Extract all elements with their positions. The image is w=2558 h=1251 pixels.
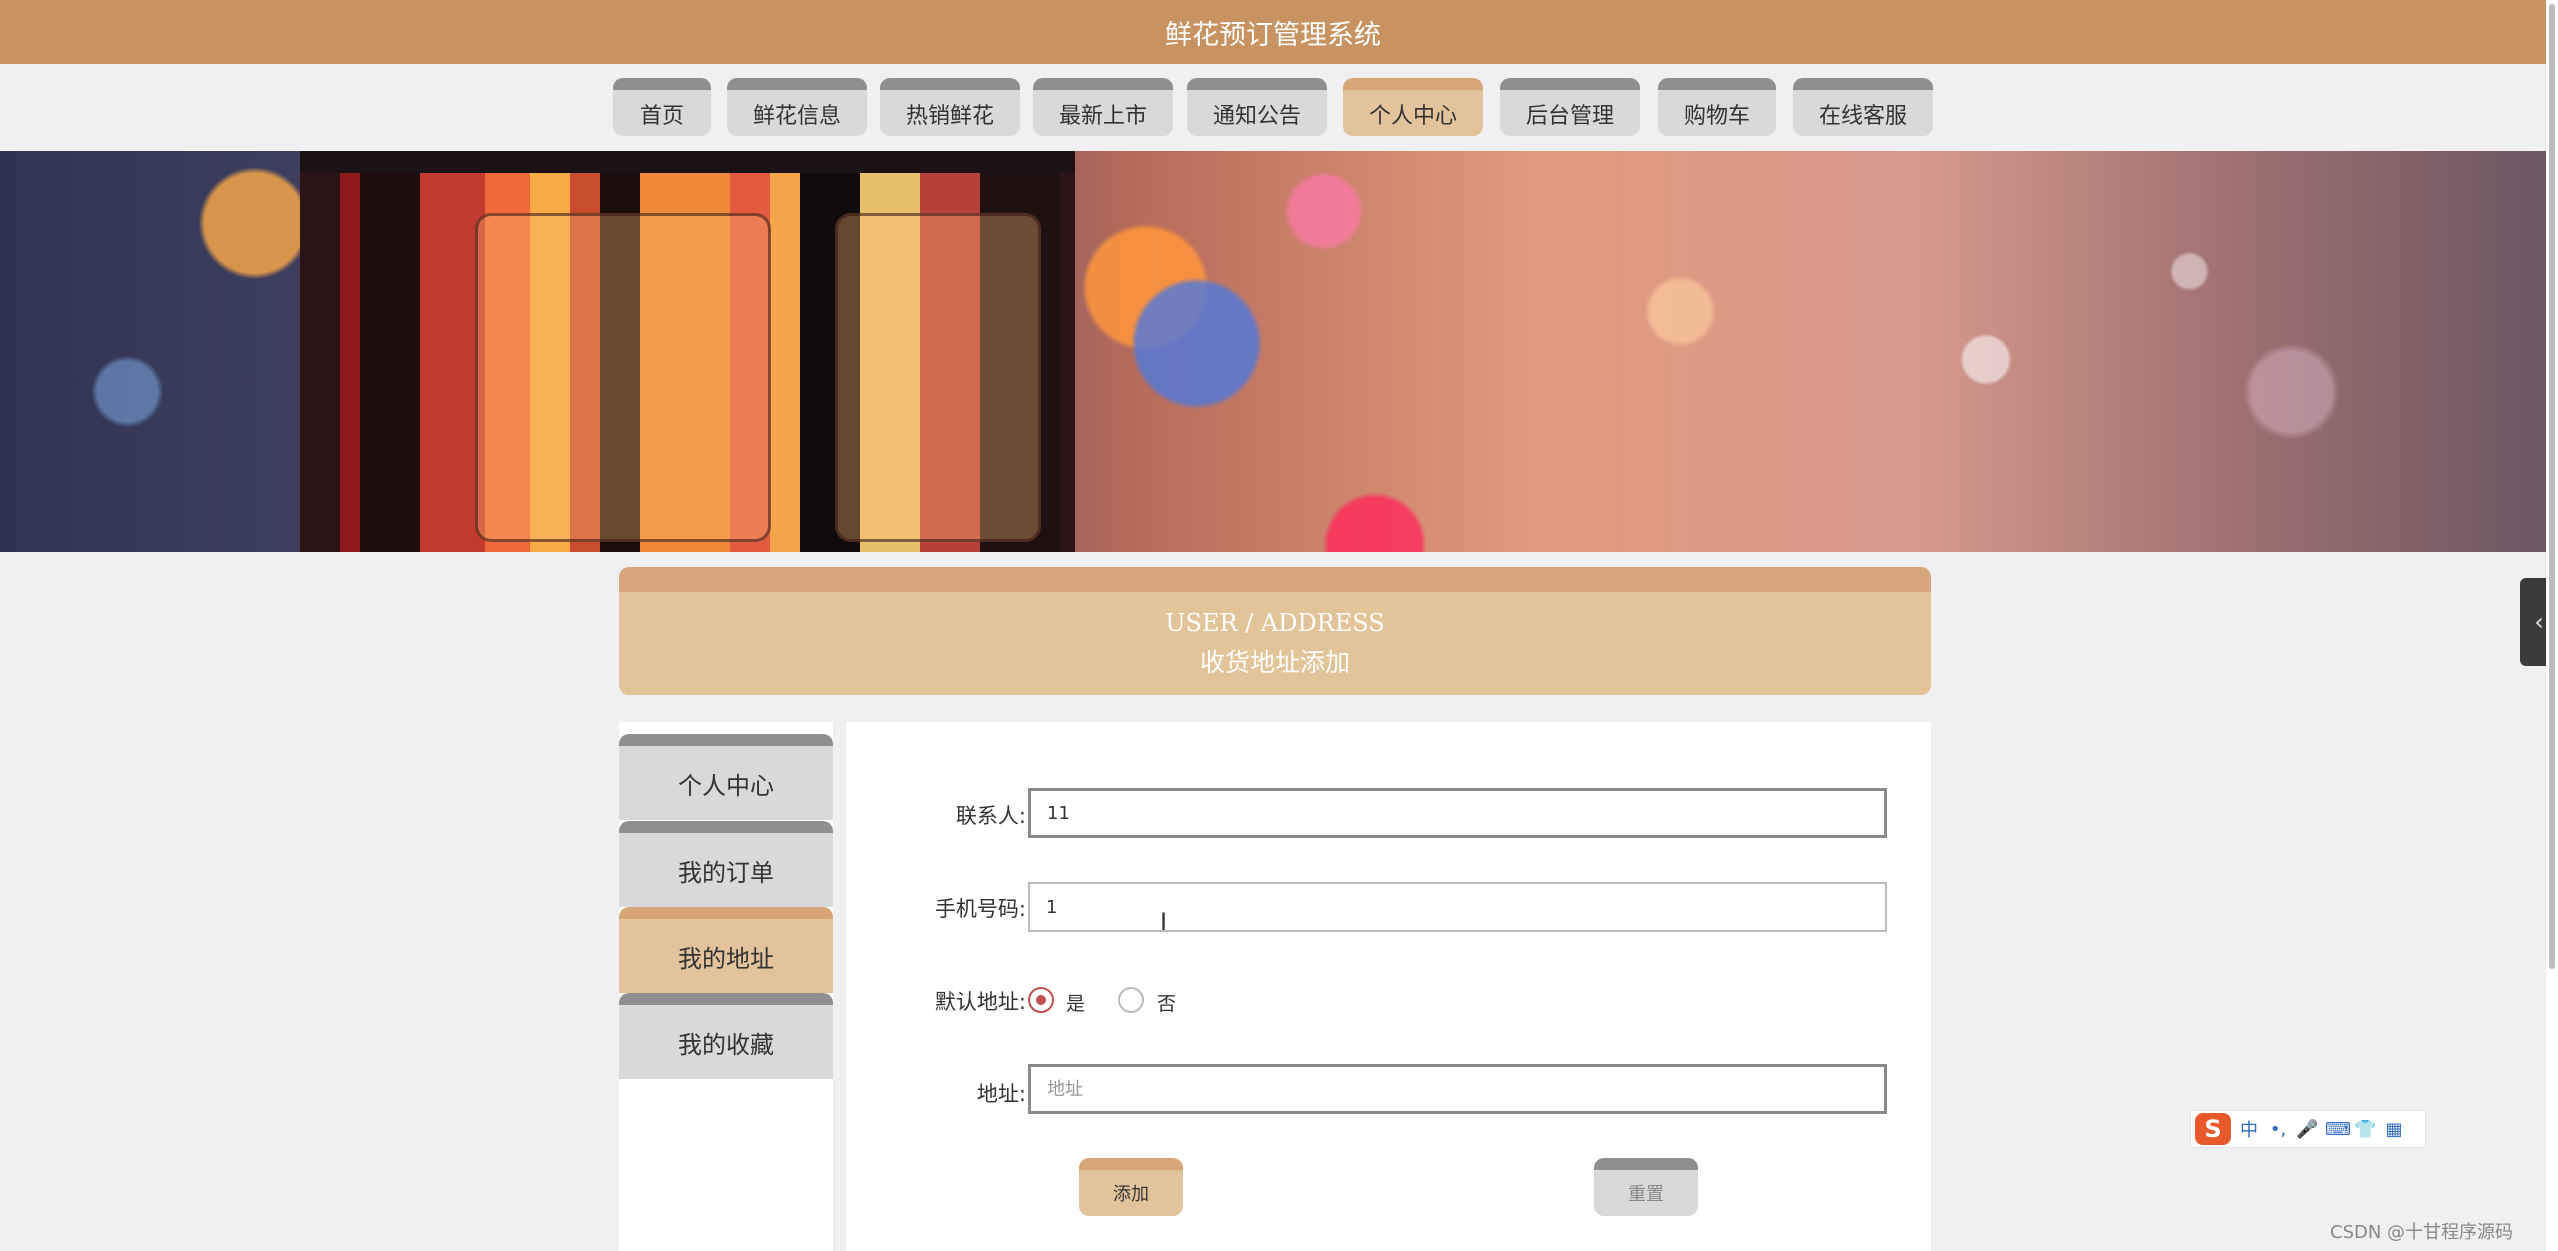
default-no-label: 否 (1157, 993, 1177, 1015)
sidebar-item-personal-center[interactable]: 个人中心 (619, 734, 833, 820)
sogou-logo-icon[interactable]: S (2195, 1113, 2231, 1145)
reset-button[interactable]: 重置 (1594, 1158, 1698, 1216)
nav-item-online-service[interactable]: 在线客服 (1793, 78, 1933, 136)
ime-skin-icon[interactable]: 👕 (2354, 1119, 2376, 1140)
sidebar-item-my-address[interactable]: 我的地址 (619, 907, 833, 993)
default-yes-radio[interactable] (1028, 987, 1054, 1013)
nav-item-notices[interactable]: 通知公告 (1187, 78, 1327, 136)
default-yes-label: 是 (1066, 993, 1086, 1015)
lantern-graphic (300, 151, 1075, 552)
site-header: 鲜花预订管理系统 (0, 0, 2546, 64)
ime-toolbox-icon[interactable]: ▦ (2383, 1119, 2405, 1140)
user-sidebar: 个人中心 我的订单 我的地址 我的收藏 (619, 722, 833, 1251)
phone-label: 手机号码: (934, 897, 1026, 921)
hero-banner-image (0, 151, 2546, 552)
default-no-radio[interactable] (1118, 987, 1144, 1013)
page-scrollbar[interactable] (2546, 0, 2558, 1251)
section-title-en: USER / ADDRESS (1165, 608, 1385, 637)
main-nav: 首页 鲜花信息 热销鲜花 最新上市 通知公告 个人中心 后台管理 购物车 在线客… (0, 78, 2546, 138)
csdn-watermark: CSDN @十甘程序源码 (2330, 1222, 2514, 1243)
nav-item-hot-flowers[interactable]: 热销鲜花 (880, 78, 1020, 136)
default-address-label: 默认地址: (934, 990, 1026, 1014)
address-form: 联系人: 手机号码: 默认地址: 是 否 地址: 添加 重置 (846, 722, 1931, 1251)
section-title-box: USER / ADDRESS 收货地址添加 (619, 567, 1931, 695)
section-title-cn: 收货地址添加 (1199, 647, 1350, 677)
phone-input[interactable] (1028, 882, 1887, 932)
text-cursor-icon: I (1160, 908, 1168, 936)
nav-item-flower-info[interactable]: 鲜花信息 (727, 78, 867, 136)
site-title: 鲜花预订管理系统 (1165, 19, 1381, 51)
ime-microphone-icon[interactable]: 🎤 (2296, 1119, 2318, 1140)
sidebar-item-my-orders[interactable]: 我的订单 (619, 821, 833, 907)
ime-punctuation-icon[interactable]: •, (2267, 1119, 2289, 1140)
ime-keyboard-icon[interactable]: ⌨ (2325, 1119, 2351, 1140)
address-label: 地址: (976, 1082, 1026, 1106)
nav-item-home[interactable]: 首页 (613, 78, 711, 136)
nav-item-personal-center[interactable]: 个人中心 (1343, 78, 1483, 136)
scrollbar-thumb[interactable] (2549, 4, 2555, 969)
add-button[interactable]: 添加 (1079, 1158, 1183, 1216)
contact-input[interactable] (1028, 788, 1887, 838)
ime-toolbar: S 中 •, 🎤 ⌨ 👕 ▦ (2190, 1110, 2426, 1148)
nav-item-cart[interactable]: 购物车 (1658, 78, 1776, 136)
contact-label: 联系人: (955, 804, 1026, 828)
nav-item-new-arrivals[interactable]: 最新上市 (1033, 78, 1173, 136)
sidebar-item-my-favorites[interactable]: 我的收藏 (619, 993, 833, 1079)
address-input[interactable] (1028, 1064, 1887, 1114)
ime-chinese-mode-icon[interactable]: 中 (2238, 1116, 2260, 1142)
nav-item-admin[interactable]: 后台管理 (1500, 78, 1640, 136)
chevron-left-icon: ‹ (2534, 608, 2544, 636)
